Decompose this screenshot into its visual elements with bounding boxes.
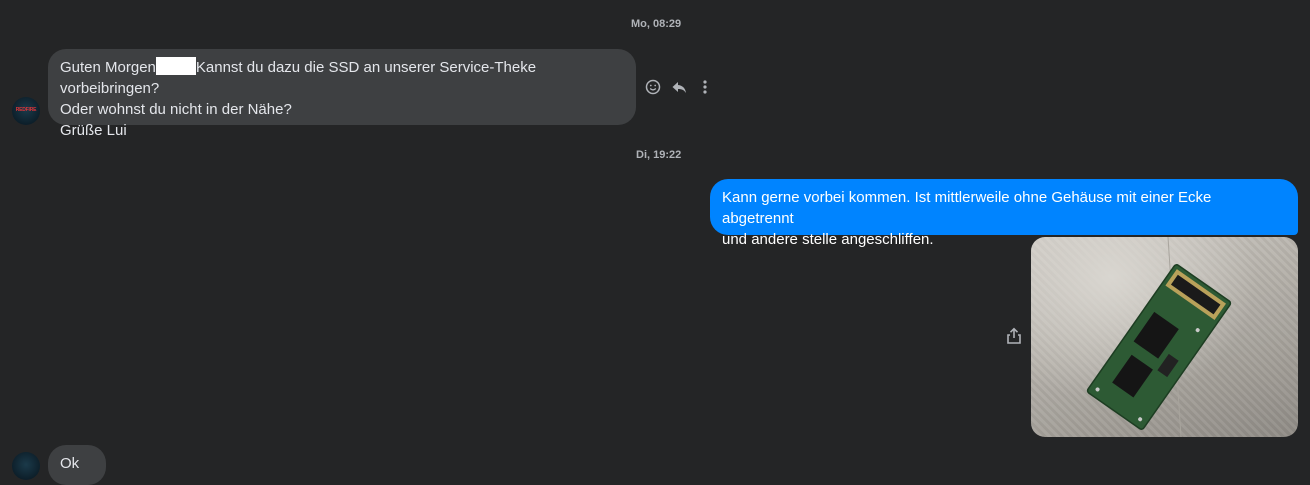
smiley-icon[interactable]	[644, 78, 662, 96]
more-options-icon[interactable]	[696, 78, 714, 96]
timestamp: Mo, 08:29	[631, 18, 682, 30]
message-text: Ok	[60, 455, 80, 472]
outgoing-message-bubble[interactable]: Kann gerne vorbei kommen. Ist mittlerwei…	[710, 179, 1298, 248]
incoming-message-bubble[interactable]: Guten Morgen Kannst du dazu die SSD an un…	[48, 49, 636, 139]
message-line: Oder wohnst du nicht in der Nähe?	[60, 101, 292, 118]
photo-attachment[interactable]	[1031, 237, 1298, 437]
reply-icon[interactable]	[670, 78, 688, 96]
redacted-name	[155, 57, 196, 75]
ssd-board-image	[1086, 237, 1232, 437]
message-line: Guten Morgen Kannst du dazu die SSD an un…	[60, 57, 624, 99]
avatar[interactable]: REDFIRE	[12, 97, 40, 125]
timestamp: Di, 19:22	[636, 149, 682, 161]
share-icon[interactable]	[1005, 327, 1023, 345]
message-line: Kann gerne vorbei kommen. Ist mittlerwei…	[722, 189, 1212, 227]
message-actions	[644, 78, 714, 96]
avatar[interactable]	[12, 452, 40, 480]
avatar-logo-text: REDFIRE	[15, 107, 37, 113]
message-text: Guten Morgen	[60, 59, 156, 76]
incoming-message-bubble[interactable]: Ok	[48, 445, 106, 485]
message-line: Grüße Lui	[60, 122, 127, 139]
